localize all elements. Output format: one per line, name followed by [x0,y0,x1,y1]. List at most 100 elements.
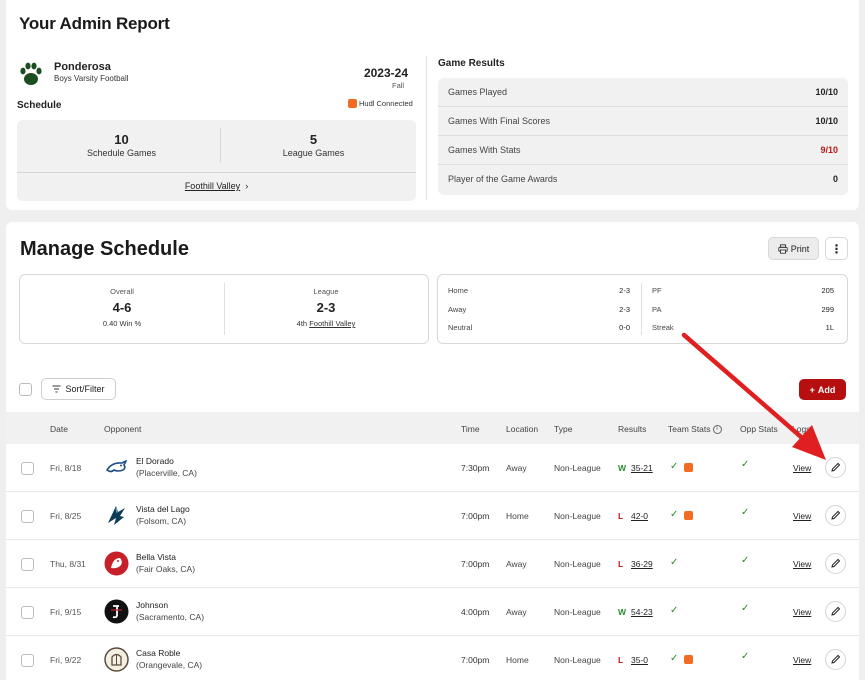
game-score-link[interactable]: 35-0 [631,655,648,665]
split-label: Neutral [448,323,473,332]
opp-stats-check-icon: ✓ [741,507,750,518]
game-score-link[interactable]: 36-29 [631,559,653,569]
opp-stats-check-icon: ✓ [741,603,750,614]
game-type: Non-League [554,511,601,521]
row-checkbox[interactable] [21,606,34,619]
schedule-box-divider [17,172,416,173]
row-checkbox[interactable] [21,510,34,523]
game-results-box: Games Played 10/10 Games With Final Scor… [438,78,848,195]
game-type: Non-League [554,655,601,665]
column-header-type[interactable]: Type [554,424,572,434]
print-button[interactable]: Print [768,237,819,260]
game-date: Fri, 8/18 [50,463,82,473]
column-header-date[interactable]: Date [50,424,68,434]
game-time: 7:30pm [461,463,490,473]
table-row[interactable]: Thu, 8/31 Bella Vista (Fair Oaks, CA) 7:… [6,540,859,588]
result-label: Player of the Game Awards [448,174,558,184]
column-header-location[interactable]: Location [506,424,538,434]
team-stats-check-icon: ✓ [670,557,679,568]
result-value: 0 [832,174,838,184]
game-time: 7:00pm [461,559,490,569]
sort-filter-button[interactable]: Sort/Filter [41,378,116,400]
edit-game-button[interactable] [825,553,846,574]
table-row[interactable]: Fri, 9/22 Casa Roble (Orangevale, CA) 7:… [6,636,859,680]
schedule-summary-box: 10 Schedule Games 5 League Games Foothil… [17,120,416,201]
result-value: 10/10 [815,116,838,126]
schedule-games-label: Schedule Games [86,148,157,158]
result-row: Games With Stats 9/10 [438,136,848,165]
league-games-label: League Games [282,148,345,158]
hudl-connected-label: Hudl Connected [359,99,413,108]
row-checkbox[interactable] [21,558,34,571]
column-header-logs[interactable]: Logs [792,424,810,434]
team-stats-check-icon: ✓ [670,509,679,520]
opponent-city: (Placerville, CA) [136,468,197,478]
game-time: 7:00pm [461,511,490,521]
split-value: 2-3 [619,305,630,314]
game-score-link[interactable]: 42-0 [631,511,648,521]
opponent-name[interactable]: Johnson [136,600,168,610]
league-games-count: 5 [309,132,318,147]
column-header-results[interactable]: Results [618,424,646,434]
game-score-link[interactable]: 35-21 [631,463,653,473]
split-label: PF [652,286,662,295]
table-row[interactable]: Fri, 8/25 Vista del Lago (Folsom, CA) 7:… [6,492,859,540]
view-logs-link[interactable]: View [793,559,811,569]
result-value: 9/10 [820,145,838,155]
table-row[interactable]: Fri, 8/18 El Dorado (Placerville, CA) 7:… [6,444,859,492]
team-name: Boys Varsity Football [54,74,129,83]
edit-game-button[interactable] [825,505,846,526]
view-logs-link[interactable]: View [793,607,811,617]
manage-schedule-card: Manage Schedule Print ⋮ Overall 4-6 0.40… [6,222,859,680]
add-game-button[interactable]: + Add [799,379,846,400]
opponent-name[interactable]: Vista del Lago [136,504,190,514]
hudl-icon [684,655,693,664]
win-percentage: 0.40 Win % [102,319,142,328]
filter-icon [52,385,61,393]
edit-game-button[interactable] [825,649,846,670]
row-checkbox[interactable] [21,654,34,667]
result-row: Games With Final Scores 10/10 [438,107,848,136]
opponent-city: (Fair Oaks, CA) [136,564,196,574]
pencil-icon [831,510,841,520]
pencil-icon [831,558,841,568]
conference-link-label[interactable]: Foothill Valley [185,181,240,191]
print-label: Print [790,243,810,254]
view-logs-link[interactable]: View [793,655,811,665]
game-location: Away [506,463,527,473]
game-date: Fri, 8/25 [50,511,82,521]
column-header-time[interactable]: Time [461,424,480,434]
game-location: Home [506,655,529,665]
pencil-icon [831,654,841,664]
game-score-link[interactable]: 54-23 [631,607,653,617]
edit-game-button[interactable] [825,457,846,478]
league-conference-link[interactable]: Foothill Valley [309,319,355,328]
opp-stats-check-icon: ✓ [741,651,750,662]
split-row: Home 2-3 [448,286,630,295]
column-header-opp-stats[interactable]: Opp Stats [740,424,778,434]
column-header-opponent[interactable]: Opponent [104,424,141,434]
vertical-dots-icon: ⋮ [830,241,843,256]
edit-game-button[interactable] [825,601,846,622]
split-value: 2-3 [619,286,630,295]
result-value: 10/10 [815,87,838,97]
select-all-checkbox[interactable] [19,383,32,396]
result-label: Games With Final Scores [448,116,551,126]
split-row: Away 2-3 [448,305,630,314]
table-row[interactable]: Fri, 9/15 Johnson (Sacramento, CA) 4:00p… [6,588,859,636]
game-type: Non-League [554,607,601,617]
conference-link[interactable]: Foothill Valley › [17,181,416,191]
more-options-button[interactable]: ⋮ [825,237,848,260]
column-header-team-stats[interactable]: Team Stats i [668,424,722,435]
split-label: Streak [652,323,674,332]
row-checkbox[interactable] [21,462,34,475]
info-icon[interactable]: i [712,425,722,435]
view-logs-link[interactable]: View [793,511,811,521]
game-outcome: L [618,559,624,569]
opponent-name[interactable]: El Dorado [136,456,174,466]
johnson-logo-icon [104,599,129,624]
opponent-name[interactable]: Casa Roble [136,648,180,658]
opponent-name[interactable]: Bella Vista [136,552,176,562]
game-type: Non-League [554,463,601,473]
view-logs-link[interactable]: View [793,463,811,473]
